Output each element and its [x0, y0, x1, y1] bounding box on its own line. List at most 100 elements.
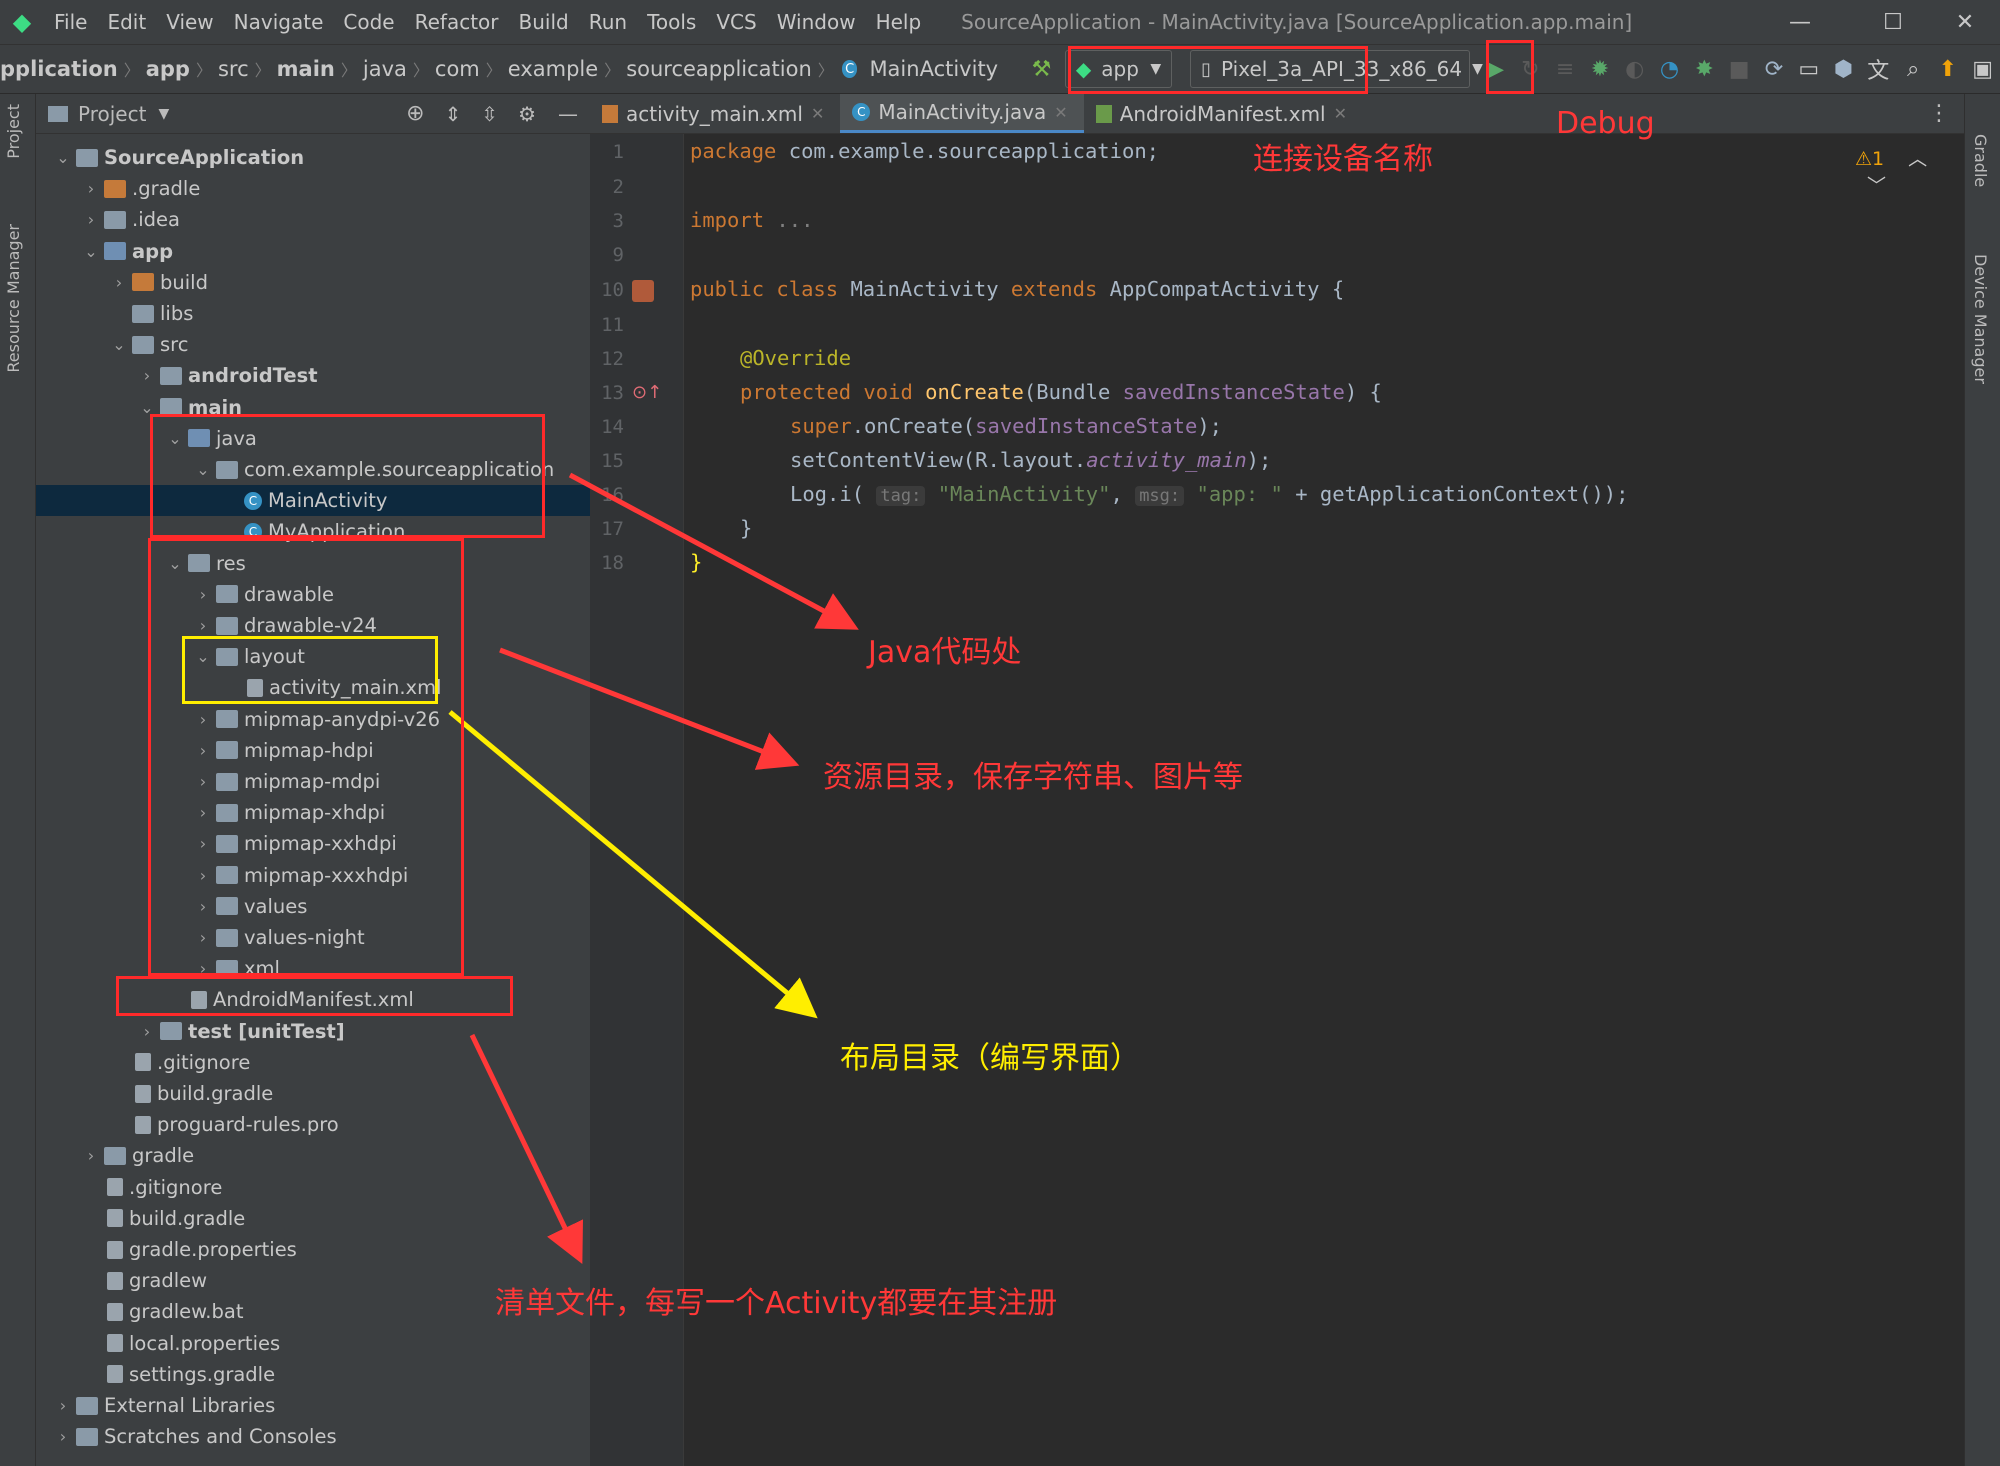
chevron-up-icon[interactable]: ︿: [1908, 148, 1927, 170]
breadcrumb-example[interactable]: example: [502, 57, 604, 81]
tree-item[interactable]: › test [unitTest]: [36, 1016, 590, 1047]
project-view-select[interactable]: Project: [78, 102, 146, 126]
close-window-button[interactable]: ✕: [1930, 0, 2000, 44]
chevron-right-icon[interactable]: ›: [50, 1427, 76, 1446]
inspection-widget[interactable]: ⚠1 ︿ ﹀: [1855, 144, 1964, 198]
chevron-right-icon[interactable]: ›: [78, 1146, 104, 1165]
tool-tab-resource-manager[interactable]: Resource Manager: [4, 224, 23, 373]
line-number: 16: [601, 484, 624, 506]
breadcrumb-com[interactable]: com: [429, 57, 486, 81]
tree-item[interactable]: settings.gradle: [36, 1359, 590, 1390]
stop-icon[interactable]: ■: [1722, 49, 1757, 89]
chevron-down-icon[interactable]: ⌄: [78, 242, 104, 261]
breadcrumb-main[interactable]: main: [271, 57, 341, 81]
apply-changes-icon[interactable]: ≡: [1548, 49, 1583, 89]
menu-tools[interactable]: Tools: [637, 10, 706, 34]
tree-item[interactable]: gradle.properties: [36, 1234, 590, 1265]
tree-item[interactable]: › build: [36, 267, 590, 298]
close-tab-icon[interactable]: ✕: [1054, 103, 1067, 122]
breadcrumb-java[interactable]: java: [357, 57, 413, 81]
close-tab-icon[interactable]: ✕: [1334, 104, 1347, 123]
tree-item[interactable]: .gitignore: [36, 1172, 590, 1203]
attach-debugger-icon[interactable]: ◐: [1617, 49, 1652, 89]
debug-bug-icon[interactable]: ✹: [1583, 49, 1618, 89]
keyword: class: [776, 277, 851, 301]
breadcrumb-app[interactable]: app: [140, 57, 196, 81]
breadcrumb-mainactivity[interactable]: MainActivity: [863, 57, 1004, 81]
tab-androidmanifest-xml[interactable]: AndroidManifest.xml ✕: [1084, 94, 1363, 133]
breadcrumb-sourceapplication[interactable]: sourceapplication: [620, 57, 818, 81]
device-manager-icon[interactable]: ▭: [1791, 49, 1826, 89]
chevron-down-icon[interactable]: ﹀: [1867, 175, 1886, 197]
tree-item[interactable]: › gradle: [36, 1140, 590, 1171]
tree-item[interactable]: ⌄ src: [36, 329, 590, 360]
gear-icon[interactable]: ⚙: [508, 102, 546, 126]
update-icon[interactable]: ⬆: [1931, 49, 1966, 89]
tab-activity-main-xml[interactable]: activity_main.xml ✕: [590, 94, 840, 133]
chevron-right-icon[interactable]: ›: [134, 366, 160, 385]
search-icon[interactable]: ⌕: [1896, 49, 1931, 89]
tree-item[interactable]: › androidTest: [36, 360, 590, 391]
tree-item[interactable]: .gitignore: [36, 1047, 590, 1078]
menu-edit[interactable]: Edit: [97, 10, 156, 34]
tab-mainactivity-java[interactable]: C MainActivity.java ✕: [840, 94, 1084, 133]
hide-panel-icon[interactable]: —: [546, 102, 590, 126]
line-number: 11: [601, 314, 624, 336]
menu-refactor[interactable]: Refactor: [405, 10, 509, 34]
override-gutter-icon[interactable]: ⊙↑: [632, 382, 662, 403]
menu-file[interactable]: File: [44, 10, 97, 34]
menu-vcs[interactable]: VCS: [706, 10, 766, 34]
minimize-button[interactable]: —: [1765, 0, 1835, 44]
sync-gradle-icon[interactable]: ⟳: [1757, 49, 1792, 89]
more-tabs-icon[interactable]: ⋮: [1914, 94, 1964, 133]
tree-item[interactable]: libs: [36, 298, 590, 329]
tree-item[interactable]: proguard-rules.pro: [36, 1109, 590, 1140]
close-tab-icon[interactable]: ✕: [811, 104, 824, 123]
line-number: 13: [601, 382, 624, 404]
tool-tab-device-manager[interactable]: Device Manager: [1971, 254, 1990, 384]
breadcrumb-src[interactable]: src: [212, 57, 255, 81]
tree-item[interactable]: › Scratches and Consoles: [36, 1421, 590, 1452]
menu-help[interactable]: Help: [866, 10, 932, 34]
collapse-all-icon[interactable]: ⇳: [471, 102, 508, 126]
menu-run[interactable]: Run: [579, 10, 637, 34]
coverage-icon[interactable]: ✸: [1687, 49, 1722, 89]
locate-icon[interactable]: ⊕: [396, 101, 434, 126]
window-title: SourceApplication - MainActivity.java [S…: [961, 10, 1633, 34]
tree-item[interactable]: ⌄ app: [36, 236, 590, 267]
menu-view[interactable]: View: [156, 10, 223, 34]
tool-tab-gradle[interactable]: Gradle: [1971, 134, 1990, 187]
menu-navigate[interactable]: Navigate: [224, 10, 334, 34]
menu-code[interactable]: Code: [333, 10, 404, 34]
layout-note: 布局目录（编写界面）: [840, 1041, 1140, 1076]
tree-item[interactable]: build.gradle: [36, 1203, 590, 1234]
tool-tab-project[interactable]: Project: [4, 104, 23, 159]
chevron-right-icon[interactable]: ›: [78, 179, 104, 198]
chevron-right-icon[interactable]: ›: [134, 1022, 160, 1041]
code-editor[interactable]: 1 2 3 9 10 11 12 13 14 15 16 17 18 ⚠1 ︿ ﹀ package co…: [590, 134, 1964, 1466]
translate-icon[interactable]: 文: [1861, 49, 1896, 89]
menu-build[interactable]: Build: [509, 10, 579, 34]
chevron-right-icon[interactable]: ›: [50, 1396, 76, 1415]
profiler-icon[interactable]: ◔: [1652, 49, 1687, 89]
chevron-down-icon[interactable]: ⌄: [106, 335, 132, 354]
tree-item[interactable]: build.gradle: [36, 1078, 590, 1109]
chevron-right-icon[interactable]: ›: [78, 210, 104, 229]
sdk-manager-icon[interactable]: ⬢: [1826, 49, 1861, 89]
tree-item[interactable]: local.properties: [36, 1328, 590, 1359]
tree-item[interactable]: › External Libraries: [36, 1390, 590, 1421]
breadcrumb-project[interactable]: pplication: [0, 57, 124, 81]
tree-item[interactable]: › .idea: [36, 204, 590, 235]
menu-window[interactable]: Window: [767, 10, 866, 34]
folded-imports[interactable]: ...: [764, 208, 813, 232]
account-icon[interactable]: ▣: [1965, 49, 2000, 89]
chevron-right-icon[interactable]: ›: [106, 273, 132, 292]
chevron-down-icon[interactable]: ⌄: [50, 148, 76, 167]
build-hammer-icon[interactable]: ⚒: [1024, 49, 1059, 89]
chevron-down-icon[interactable]: ▼: [158, 106, 169, 122]
tree-item[interactable]: › .gradle: [36, 173, 590, 204]
maximize-button[interactable]: ☐: [1858, 0, 1928, 44]
expand-all-icon[interactable]: ⇕: [435, 102, 472, 126]
android-run-gutter-icon[interactable]: [632, 280, 654, 302]
tree-item[interactable]: ⌄ SourceApplication: [36, 142, 590, 173]
